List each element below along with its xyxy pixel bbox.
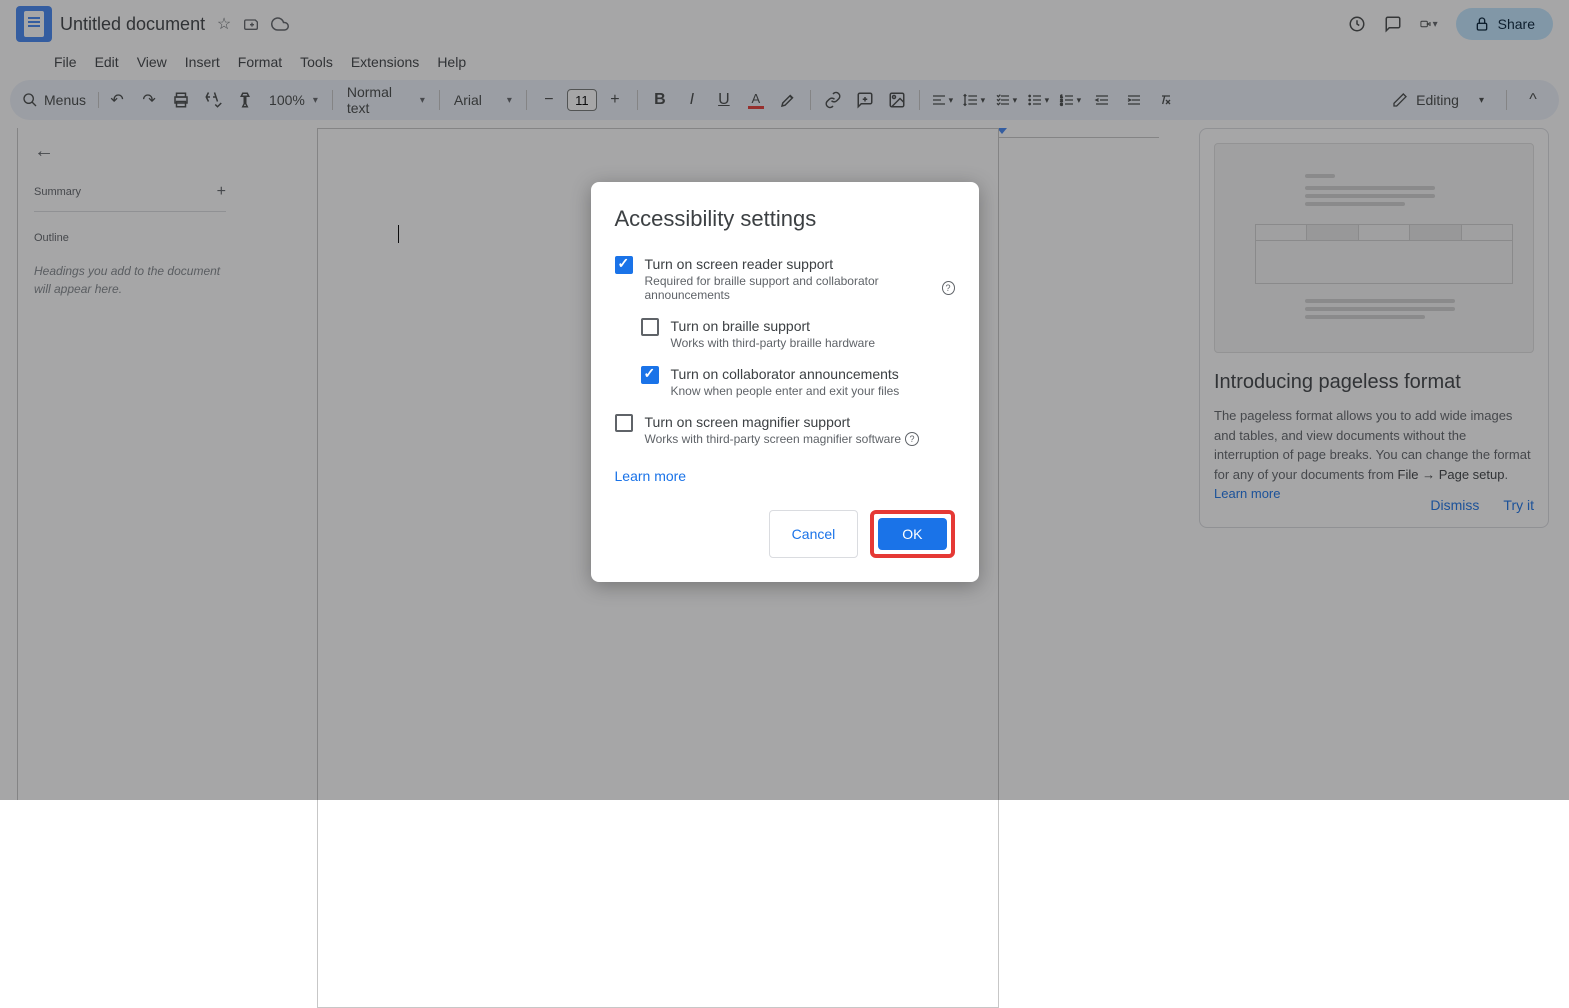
option-row: Turn on screen magnifier support Works wi… <box>615 414 955 446</box>
option-label: Turn on screen reader support <box>645 256 955 272</box>
ok-button[interactable]: OK <box>878 518 946 550</box>
ok-button-highlight: OK <box>870 510 954 558</box>
option-desc: Required for braille support and collabo… <box>645 274 955 302</box>
checkbox-3[interactable] <box>615 414 633 432</box>
learn-more-link[interactable]: Learn more <box>615 468 687 484</box>
dialog-title: Accessibility settings <box>615 206 955 232</box>
option-row: Turn on screen reader support Required fo… <box>615 256 955 302</box>
option-label: Turn on collaborator announcements <box>671 366 955 382</box>
option-row: Turn on braille support Works with third-… <box>641 318 955 350</box>
option-label: Turn on braille support <box>671 318 955 334</box>
checkbox-2[interactable] <box>641 366 659 384</box>
cancel-button[interactable]: Cancel <box>769 510 859 558</box>
option-desc: Know when people enter and exit your fil… <box>671 384 955 398</box>
help-icon[interactable]: ? <box>905 432 919 446</box>
checkbox-1[interactable] <box>641 318 659 336</box>
option-desc: Works with third-party braille hardware <box>671 336 955 350</box>
modal-overlay[interactable]: Accessibility settings Turn on screen re… <box>0 0 1569 800</box>
option-desc: Works with third-party screen magnifier … <box>645 432 955 446</box>
option-row: Turn on collaborator announcements Know w… <box>641 366 955 398</box>
help-icon[interactable]: ? <box>942 281 955 295</box>
option-label: Turn on screen magnifier support <box>645 414 955 430</box>
accessibility-settings-dialog: Accessibility settings Turn on screen re… <box>591 182 979 582</box>
checkbox-0[interactable] <box>615 256 633 274</box>
